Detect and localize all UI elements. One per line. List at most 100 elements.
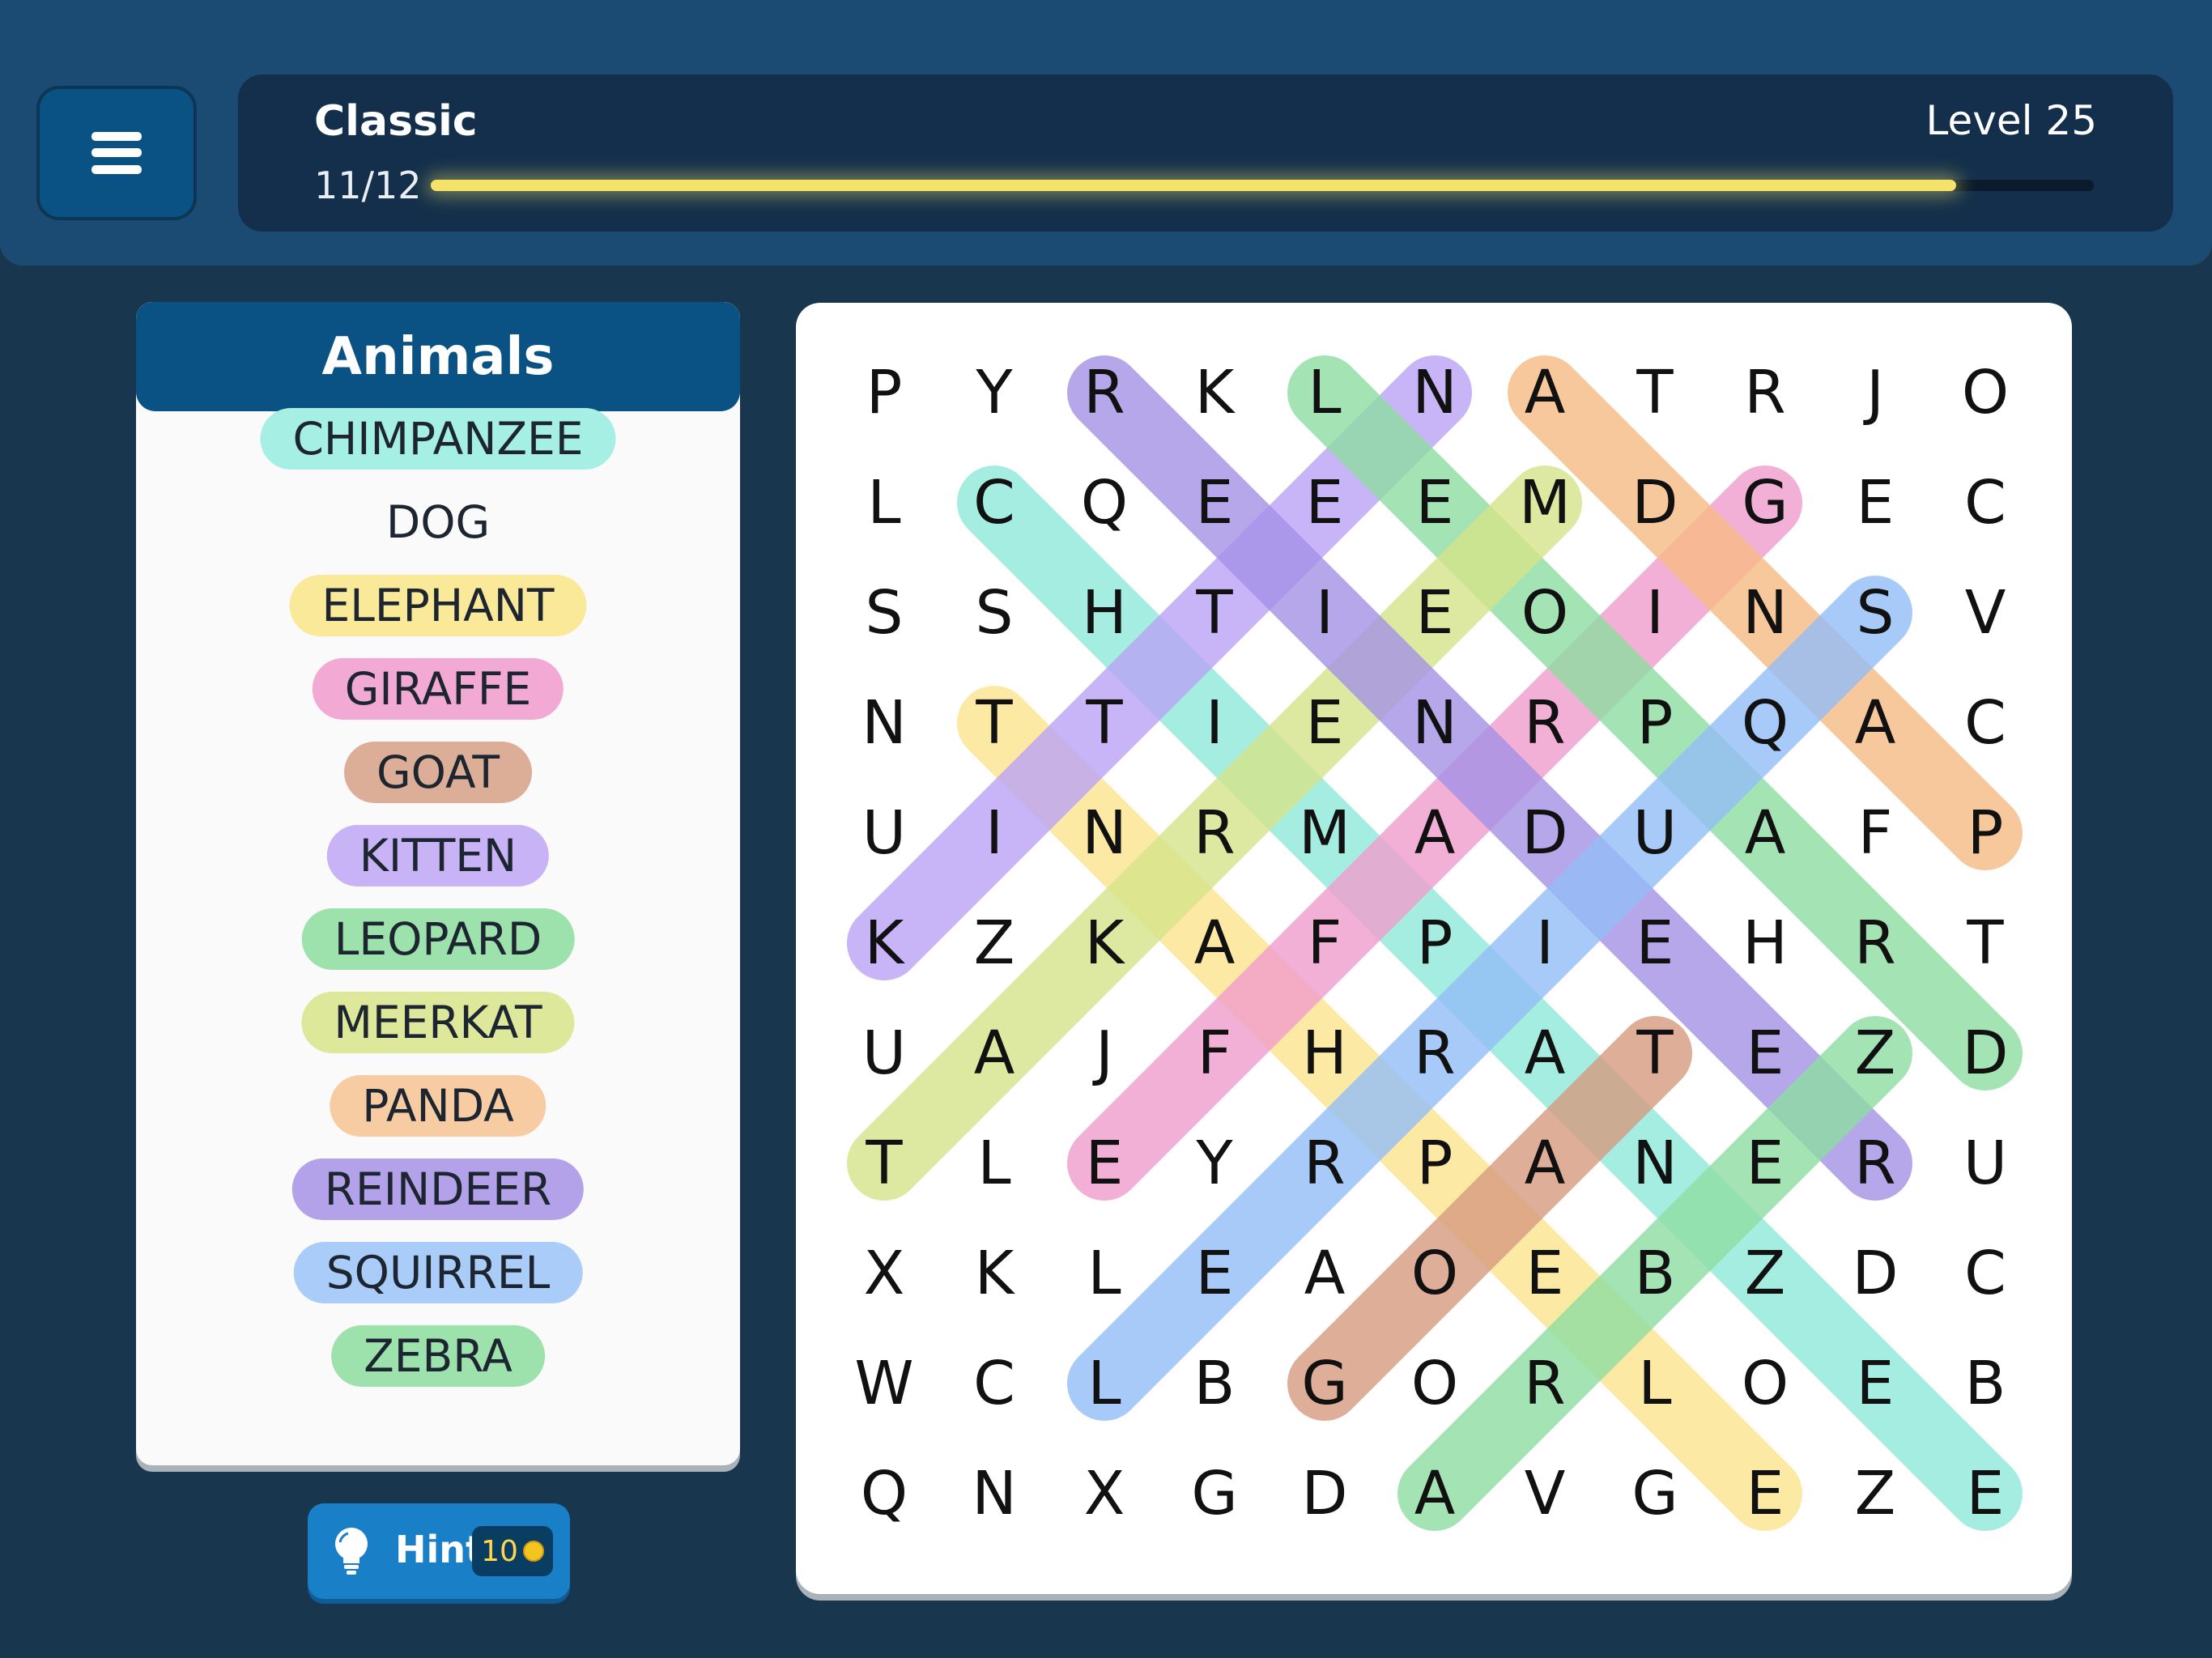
grid-cell-r7-c4[interactable]: R	[1284, 1123, 1365, 1204]
grid-cell-r7-c9[interactable]: R	[1835, 1123, 1916, 1204]
grid-cell-r8-c7[interactable]: B	[1614, 1233, 1695, 1314]
grid-cell-r4-c0[interactable]: U	[844, 793, 925, 874]
grid-cell-r6-c2[interactable]: J	[1064, 1013, 1145, 1094]
grid-cell-r0-c2[interactable]: R	[1064, 352, 1145, 433]
grid-cell-r7-c1[interactable]: L	[954, 1123, 1035, 1204]
grid-cell-r3-c8[interactable]: Q	[1725, 682, 1806, 763]
grid-cell-r6-c10[interactable]: D	[1945, 1013, 2026, 1094]
grid-cell-r8-c8[interactable]: Z	[1725, 1233, 1806, 1314]
grid-cell-r8-c3[interactable]: E	[1174, 1233, 1255, 1314]
grid-cell-r4-c1[interactable]: I	[954, 793, 1035, 874]
grid-cell-r4-c5[interactable]: A	[1394, 793, 1475, 874]
grid-cell-r2-c0[interactable]: S	[844, 572, 925, 653]
grid-cell-r2-c6[interactable]: O	[1504, 572, 1585, 653]
menu-button[interactable]	[36, 86, 197, 220]
grid-cell-r5-c10[interactable]: T	[1945, 903, 2026, 984]
grid-cell-r1-c9[interactable]: E	[1835, 462, 1916, 543]
grid-cell-r4-c7[interactable]: U	[1614, 793, 1695, 874]
grid-cell-r10-c9[interactable]: Z	[1835, 1453, 1916, 1534]
grid-cell-r4-c10[interactable]: P	[1945, 793, 2026, 874]
grid-cell-r0-c7[interactable]: T	[1614, 352, 1695, 433]
grid-cell-r10-c3[interactable]: G	[1174, 1453, 1255, 1534]
grid-cell-r6-c4[interactable]: H	[1284, 1013, 1365, 1094]
grid-cell-r4-c8[interactable]: A	[1725, 793, 1806, 874]
grid-cell-r5-c3[interactable]: A	[1174, 903, 1255, 984]
grid-cell-r9-c6[interactable]: R	[1504, 1343, 1585, 1424]
grid-cell-r8-c9[interactable]: D	[1835, 1233, 1916, 1314]
grid-cell-r9-c2[interactable]: L	[1064, 1343, 1145, 1424]
grid-cell-r1-c6[interactable]: M	[1504, 462, 1585, 543]
grid-cell-r9-c7[interactable]: L	[1614, 1343, 1695, 1424]
grid-cell-r4-c6[interactable]: D	[1504, 793, 1585, 874]
grid-cell-r5-c9[interactable]: R	[1835, 903, 1916, 984]
grid-cell-r10-c1[interactable]: N	[954, 1453, 1035, 1534]
grid-cell-r2-c5[interactable]: E	[1394, 572, 1475, 653]
grid-cell-r10-c0[interactable]: Q	[844, 1453, 925, 1534]
grid-cell-r2-c10[interactable]: V	[1945, 572, 2026, 653]
grid-cell-r0-c5[interactable]: N	[1394, 352, 1475, 433]
hint-button[interactable]: Hint 10	[308, 1503, 570, 1599]
grid-cell-r8-c1[interactable]: K	[954, 1233, 1035, 1314]
grid-cell-r10-c4[interactable]: D	[1284, 1453, 1365, 1534]
grid-cell-r4-c2[interactable]: N	[1064, 793, 1145, 874]
grid-cell-r0-c6[interactable]: A	[1504, 352, 1585, 433]
grid-cell-r4-c4[interactable]: M	[1284, 793, 1365, 874]
grid-cell-r0-c1[interactable]: Y	[954, 352, 1035, 433]
grid-cell-r8-c4[interactable]: A	[1284, 1233, 1365, 1314]
grid-cell-r7-c5[interactable]: P	[1394, 1123, 1475, 1204]
grid-cell-r0-c4[interactable]: L	[1284, 352, 1365, 433]
grid-cell-r9-c10[interactable]: B	[1945, 1343, 2026, 1424]
grid-cell-r3-c6[interactable]: R	[1504, 682, 1585, 763]
grid-cell-r3-c5[interactable]: N	[1394, 682, 1475, 763]
grid-cell-r3-c9[interactable]: A	[1835, 682, 1916, 763]
grid-cell-r6-c0[interactable]: U	[844, 1013, 925, 1094]
grid-cell-r9-c9[interactable]: E	[1835, 1343, 1916, 1424]
grid-cell-r3-c10[interactable]: C	[1945, 682, 2026, 763]
grid-cell-r8-c2[interactable]: L	[1064, 1233, 1145, 1314]
grid-cell-r8-c0[interactable]: X	[844, 1233, 925, 1314]
grid-cell-r2-c8[interactable]: N	[1725, 572, 1806, 653]
grid-cell-r9-c0[interactable]: W	[844, 1343, 925, 1424]
grid-cell-r0-c10[interactable]: O	[1945, 352, 2026, 433]
grid-cell-r6-c8[interactable]: E	[1725, 1013, 1806, 1094]
grid-cell-r3-c1[interactable]: T	[954, 682, 1035, 763]
grid-cell-r7-c10[interactable]: U	[1945, 1123, 2026, 1204]
grid-cell-r9-c4[interactable]: G	[1284, 1343, 1365, 1424]
letter-grid[interactable]: PYRKLNATRJOLCQEEEMDGECSSHTIEOINSVNTTIENR…	[796, 303, 2072, 1594]
grid-cell-r8-c6[interactable]: E	[1504, 1233, 1585, 1314]
grid-cell-r2-c7[interactable]: I	[1614, 572, 1695, 653]
grid-cell-r1-c2[interactable]: Q	[1064, 462, 1145, 543]
grid-cell-r7-c3[interactable]: Y	[1174, 1123, 1255, 1204]
grid-cell-r1-c8[interactable]: G	[1725, 462, 1806, 543]
grid-cell-r3-c4[interactable]: E	[1284, 682, 1365, 763]
grid-cell-r2-c1[interactable]: S	[954, 572, 1035, 653]
grid-cell-r7-c0[interactable]: T	[844, 1123, 925, 1204]
grid-cell-r0-c9[interactable]: J	[1835, 352, 1916, 433]
grid-cell-r4-c9[interactable]: F	[1835, 793, 1916, 874]
grid-cell-r5-c2[interactable]: K	[1064, 903, 1145, 984]
grid-cell-r7-c7[interactable]: N	[1614, 1123, 1695, 1204]
grid-cell-r9-c8[interactable]: O	[1725, 1343, 1806, 1424]
grid-cell-r5-c8[interactable]: H	[1725, 903, 1806, 984]
grid-cell-r10-c10[interactable]: E	[1945, 1453, 2026, 1534]
grid-cell-r2-c4[interactable]: I	[1284, 572, 1365, 653]
grid-cell-r6-c1[interactable]: A	[954, 1013, 1035, 1094]
grid-cell-r7-c6[interactable]: A	[1504, 1123, 1585, 1204]
grid-cell-r5-c5[interactable]: P	[1394, 903, 1475, 984]
grid-cell-r3-c0[interactable]: N	[844, 682, 925, 763]
grid-cell-r1-c5[interactable]: E	[1394, 462, 1475, 543]
grid-cell-r9-c1[interactable]: C	[954, 1343, 1035, 1424]
grid-cell-r1-c3[interactable]: E	[1174, 462, 1255, 543]
grid-cell-r0-c0[interactable]: P	[844, 352, 925, 433]
grid-cell-r9-c3[interactable]: B	[1174, 1343, 1255, 1424]
grid-cell-r10-c5[interactable]: A	[1394, 1453, 1475, 1534]
grid-cell-r1-c4[interactable]: E	[1284, 462, 1365, 543]
grid-cell-r7-c2[interactable]: E	[1064, 1123, 1145, 1204]
grid-cell-r10-c6[interactable]: V	[1504, 1453, 1585, 1534]
grid-cell-r5-c0[interactable]: K	[844, 903, 925, 984]
grid-cell-r1-c0[interactable]: L	[844, 462, 925, 543]
grid-cell-r10-c8[interactable]: E	[1725, 1453, 1806, 1534]
grid-cell-r5-c7[interactable]: E	[1614, 903, 1695, 984]
grid-cell-r5-c4[interactable]: F	[1284, 903, 1365, 984]
grid-cell-r1-c7[interactable]: D	[1614, 462, 1695, 543]
